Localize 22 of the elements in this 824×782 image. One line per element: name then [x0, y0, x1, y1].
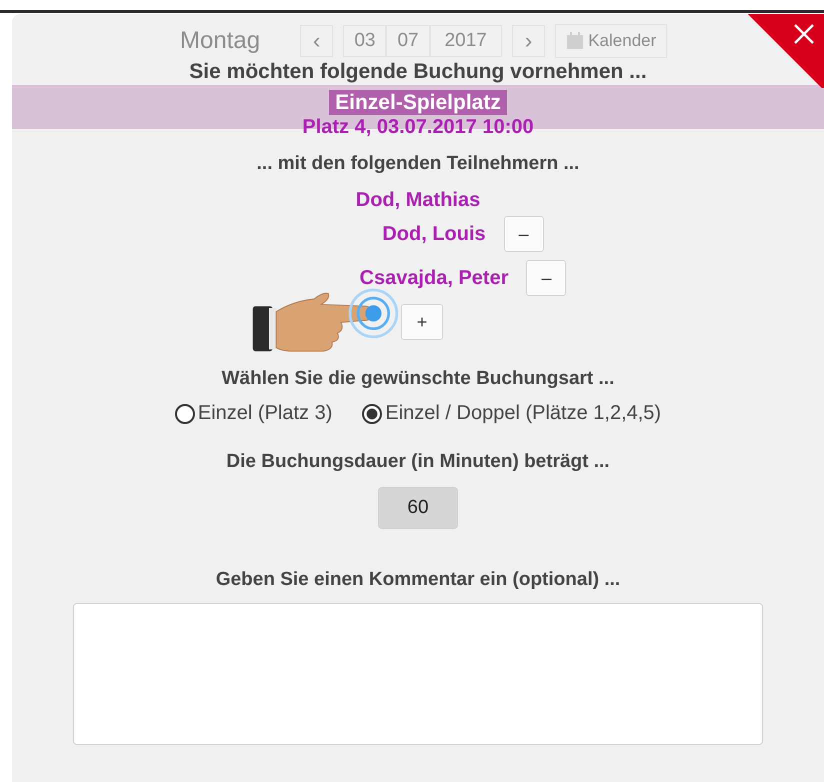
close-button[interactable]: [746, 14, 824, 88]
touch-ripple-icon: [348, 288, 398, 338]
dialog-title: Sie möchten folgende Buchung vornehmen ...: [189, 60, 647, 84]
booking-details: Platz 4, 03.07.2017 10:00: [302, 116, 534, 139]
participant-name: Csavajda, Peter: [360, 266, 508, 290]
day-label: Montag: [180, 27, 262, 55]
court-title: Einzel-Spielplatz: [329, 90, 507, 115]
calendar-icon: [566, 32, 584, 50]
duration-field[interactable]: 60: [378, 487, 458, 529]
radio-button[interactable]: [174, 404, 195, 424]
duration-heading: Die Buchungsdauer (in Minuten) beträgt ...: [226, 451, 610, 473]
comment-field[interactable]: [73, 603, 763, 745]
participant-name: Dod, Louis: [382, 222, 486, 246]
booking-type-heading: Wählen Sie die gewünschte Buchungsart ...: [222, 368, 614, 390]
radio-button[interactable]: [362, 404, 382, 424]
participant-name: Dod, Mathias: [356, 189, 480, 212]
close-icon: [792, 22, 816, 46]
remove-participant-button[interactable]: –: [504, 216, 544, 252]
remove-participant-button[interactable]: –: [526, 260, 566, 296]
comment-heading: Geben Sie einen Kommentar ein (optional) ...: [216, 569, 620, 591]
add-participant-button[interactable]: +: [401, 304, 443, 340]
participants-heading: ... mit den folgenden Teilnehmern ...: [256, 153, 580, 175]
